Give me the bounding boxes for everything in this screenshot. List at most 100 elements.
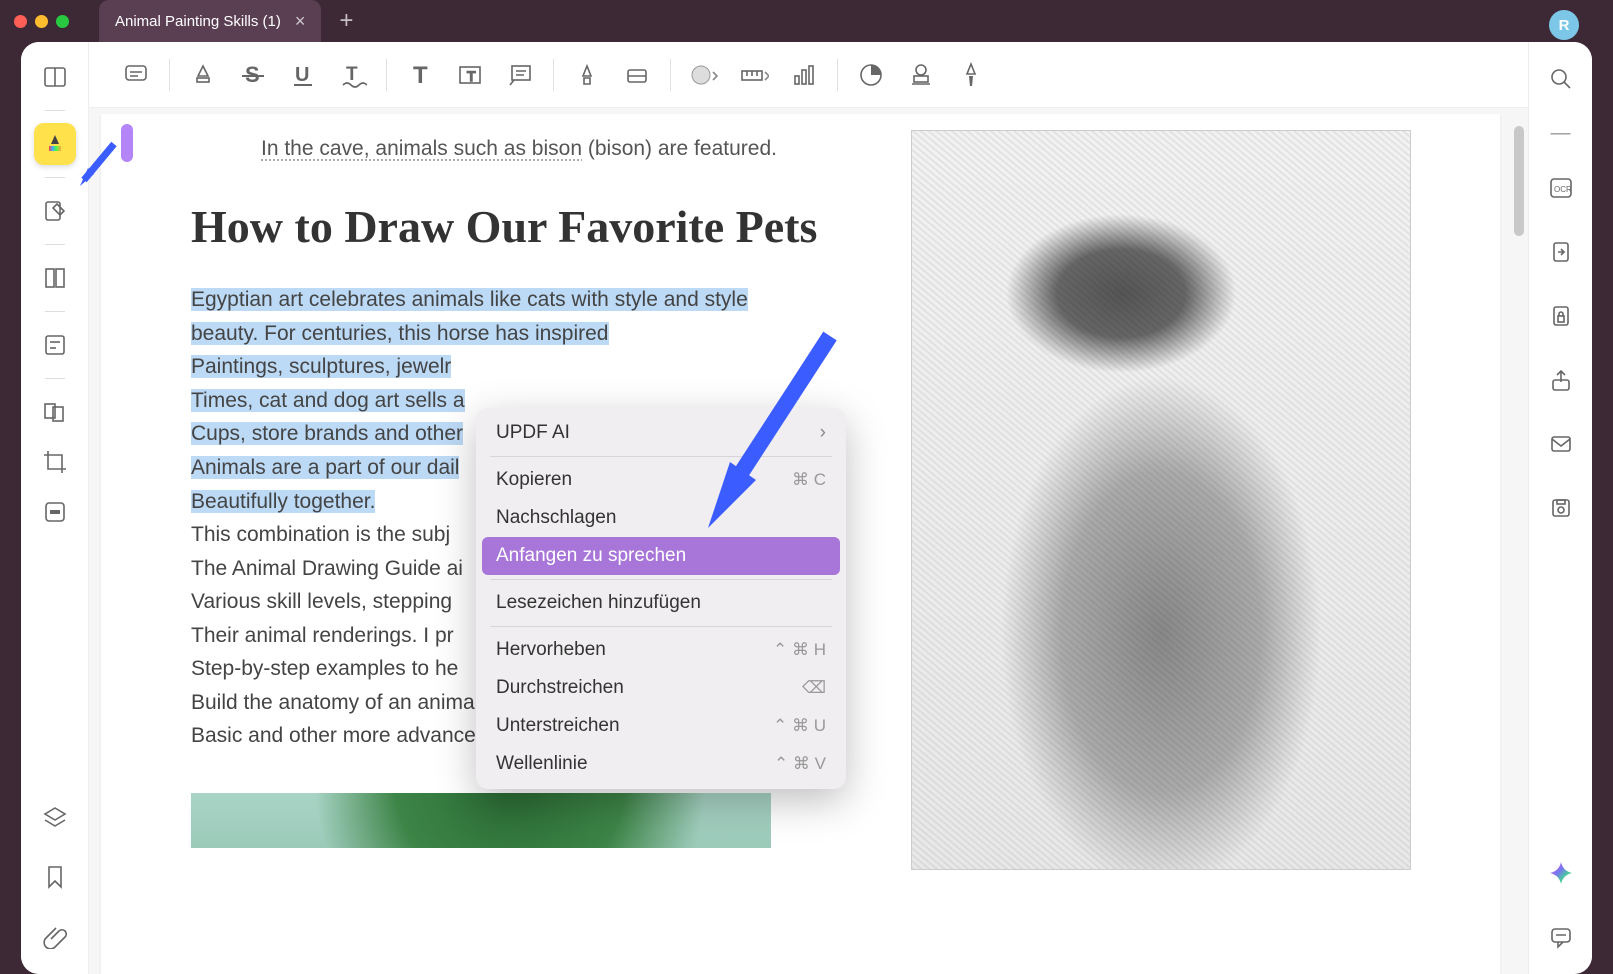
callout-tool[interactable]: [497, 52, 543, 98]
email-icon: [1549, 433, 1573, 455]
ctx-underline[interactable]: Unterstreichen ⌃ ⌘ U: [482, 707, 840, 745]
textbox-icon: T: [456, 61, 484, 89]
separator: [45, 378, 65, 379]
chevron-right-icon: ›: [820, 422, 826, 444]
ctx-lookup[interactable]: Nachschlagen: [482, 499, 840, 537]
ai-button[interactable]: [1540, 852, 1582, 894]
underline-icon: U: [289, 61, 317, 89]
context-menu: UPDF AI › Kopieren ⌘ C Nachschlagen Anfa…: [476, 408, 846, 789]
underline-tool[interactable]: U: [280, 52, 326, 98]
comment-tool[interactable]: [113, 52, 159, 98]
ctx-updf-ai[interactable]: UPDF AI ›: [482, 414, 840, 452]
ctx-highlight[interactable]: Hervorheben ⌃ ⌘ H: [482, 631, 840, 669]
bookmark-button[interactable]: [34, 856, 76, 898]
reader-mode-button[interactable]: [34, 56, 76, 98]
right-sidebar: — OCR: [1528, 42, 1592, 974]
textbox-tool[interactable]: T: [447, 52, 493, 98]
ctx-start-speaking[interactable]: Anfangen zu sprechen: [482, 537, 840, 575]
sticker-icon: [858, 62, 884, 88]
organize-pages-button[interactable]: [34, 391, 76, 433]
traffic-lights: [14, 15, 69, 28]
close-tab-icon[interactable]: ×: [295, 11, 306, 32]
stamp-tool[interactable]: [898, 52, 944, 98]
ctx-strikethrough[interactable]: Durchstreichen ⌫: [482, 669, 840, 707]
ctx-add-bookmark[interactable]: Lesezeichen hinzufügen: [482, 584, 840, 622]
shape-tool[interactable]: [681, 52, 727, 98]
document-tab[interactable]: Animal Painting Skills (1) ×: [99, 0, 321, 42]
ocr-button[interactable]: OCR: [1540, 167, 1582, 209]
page-layout-button[interactable]: [34, 257, 76, 299]
convert-button[interactable]: [1540, 231, 1582, 273]
strikethrough-tool[interactable]: S: [230, 52, 276, 98]
tab-title: Animal Painting Skills (1): [115, 13, 281, 30]
layers-icon: [43, 805, 67, 829]
eraser-icon: [623, 62, 651, 88]
redact-tool-button[interactable]: [34, 491, 76, 533]
share-button[interactable]: [1540, 359, 1582, 401]
protect-button[interactable]: [1540, 295, 1582, 337]
maximize-window-button[interactable]: [56, 15, 69, 28]
bookmark-icon: [44, 864, 66, 890]
crop-icon: [42, 449, 68, 475]
new-tab-button[interactable]: +: [339, 7, 353, 35]
highlighter-icon: [190, 62, 216, 88]
ctx-copy[interactable]: Kopieren ⌘ C: [482, 461, 840, 499]
eraser-tool[interactable]: [614, 52, 660, 98]
separator: —: [1551, 122, 1571, 145]
sticker-tool[interactable]: [848, 52, 894, 98]
layers-button[interactable]: [34, 796, 76, 838]
signature-tool[interactable]: [948, 52, 994, 98]
callout-icon: [506, 61, 534, 89]
separator: [45, 311, 65, 312]
organize-icon: [42, 399, 68, 425]
heading: How to Draw Our Favorite Pets: [191, 198, 871, 256]
chat-icon: [1549, 925, 1573, 949]
search-icon: [1549, 67, 1573, 91]
shape-icon: [689, 62, 719, 88]
email-button[interactable]: [1540, 423, 1582, 465]
tree-image: [191, 793, 771, 848]
bar-chart-icon: [790, 62, 818, 88]
highlighter-icon: [43, 132, 67, 156]
minimize-window-button[interactable]: [35, 15, 48, 28]
svg-text:OCR: OCR: [1554, 185, 1572, 194]
text-tool[interactable]: T: [397, 52, 443, 98]
chart-tool[interactable]: [781, 52, 827, 98]
pencil-tool[interactable]: [564, 52, 610, 98]
svg-text:S: S: [245, 62, 260, 87]
annotation-marker[interactable]: [121, 124, 133, 162]
svg-text:T: T: [467, 68, 476, 84]
separator: [45, 110, 65, 111]
search-button[interactable]: [1540, 58, 1582, 100]
scrollbar[interactable]: [1514, 126, 1524, 236]
ocr-icon: OCR: [1548, 176, 1574, 200]
book-icon: [42, 64, 68, 90]
separator: [45, 177, 65, 178]
attachments-button[interactable]: [34, 916, 76, 958]
text-icon: T: [406, 61, 434, 89]
highlight-tool-button[interactable]: [34, 123, 76, 165]
save-button[interactable]: [1540, 487, 1582, 529]
highlighter-tool[interactable]: [180, 52, 226, 98]
edit-icon: [42, 198, 68, 224]
ai-sparkle-icon: [1548, 860, 1574, 886]
titlebar: Animal Painting Skills (1) × + R: [0, 0, 1613, 42]
ctx-squiggle[interactable]: Wellenlinie ⌃ ⌘ V: [482, 745, 840, 783]
redact-icon: [42, 499, 68, 525]
annotation-toolbar: S U T T T: [89, 42, 1528, 108]
ruler-icon: [739, 62, 769, 88]
ruler-tool[interactable]: [731, 52, 777, 98]
svg-text:U: U: [295, 64, 309, 86]
chat-button[interactable]: [1540, 916, 1582, 958]
comment-icon: [122, 61, 150, 89]
close-window-button[interactable]: [14, 15, 27, 28]
form-tool-button[interactable]: [34, 324, 76, 366]
stamp-icon: [908, 62, 934, 88]
page-layout-icon: [42, 265, 68, 291]
crop-tool-button[interactable]: [34, 441, 76, 483]
pencil-icon: [574, 62, 600, 88]
signature-icon: [959, 61, 983, 89]
edit-tool-button[interactable]: [34, 190, 76, 232]
user-avatar[interactable]: R: [1549, 10, 1579, 40]
squiggle-tool[interactable]: T: [330, 52, 376, 98]
